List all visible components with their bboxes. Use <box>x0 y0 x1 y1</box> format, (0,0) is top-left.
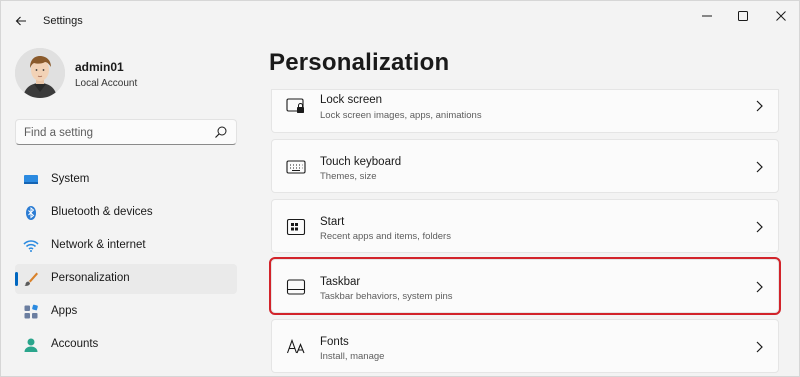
active-indicator <box>15 272 18 286</box>
brush-icon <box>24 272 38 286</box>
minimize-icon <box>702 15 712 17</box>
keyboard-icon <box>286 160 306 174</box>
back-button[interactable] <box>9 9 33 33</box>
card-subtitle: Themes, size <box>320 171 377 182</box>
close-icon <box>776 11 786 21</box>
sidebar-item-label: Personalization <box>51 272 130 284</box>
close-button[interactable] <box>763 1 799 31</box>
chevron-right-icon <box>756 221 763 233</box>
person-icon <box>24 338 38 352</box>
account-type: Local Account <box>75 78 138 89</box>
sidebar-item-label: Apps <box>51 305 78 317</box>
sidebar-item-personalization[interactable]: Personalization <box>15 264 237 294</box>
user-name: admin01 <box>75 60 124 74</box>
card-title: Start <box>320 216 345 228</box>
sidebar-item-label: System <box>51 173 90 185</box>
card-title: Fonts <box>320 336 349 348</box>
card-start[interactable]: Start Recent apps and items, folders <box>271 199 779 253</box>
sidebar-item-bluetooth[interactable]: Bluetooth & devices <box>15 198 237 228</box>
maximize-button[interactable] <box>725 1 761 31</box>
sidebar-item-accounts[interactable]: Accounts <box>15 330 237 360</box>
settings-window: Settings admin01 Local Account Find a se… <box>0 0 800 377</box>
chevron-right-icon <box>756 100 763 112</box>
sidebar-item-apps[interactable]: Apps <box>15 297 237 327</box>
search-box[interactable] <box>15 119 237 145</box>
sidebar-item-network[interactable]: Network & internet <box>15 231 237 261</box>
card-subtitle: Install, manage <box>320 351 385 362</box>
sidebar-item-system[interactable]: System <box>15 165 237 195</box>
card-fonts[interactable]: Fonts Install, manage <box>271 319 779 373</box>
card-touch-keyboard[interactable]: Touch keyboard Themes, size <box>271 139 779 193</box>
card-taskbar[interactable]: Taskbar Taskbar behaviors, system pins <box>269 257 781 315</box>
sidebar-item-label: Network & internet <box>51 239 146 251</box>
chevron-right-icon <box>756 281 763 293</box>
avatar-icon <box>15 48 65 98</box>
card-subtitle: Taskbar behaviors, system pins <box>320 291 453 302</box>
avatar <box>15 48 65 98</box>
lock-screen-icon <box>286 98 304 113</box>
chevron-right-icon <box>756 341 763 353</box>
page-title: Personalization <box>269 49 450 76</box>
sidebar-item-label: Bluetooth & devices <box>51 206 153 218</box>
apps-icon <box>24 304 38 319</box>
back-arrow-icon <box>15 16 26 26</box>
maximize-icon <box>738 11 748 21</box>
title-bar: Settings <box>1 1 800 37</box>
start-icon <box>286 218 306 236</box>
minimize-button[interactable] <box>689 1 725 31</box>
card-subtitle: Lock screen images, apps, animations <box>320 110 482 121</box>
wifi-icon <box>23 240 39 252</box>
fonts-icon <box>286 338 305 354</box>
card-title: Taskbar <box>320 276 361 288</box>
card-title: Touch keyboard <box>320 156 402 168</box>
card-lock-screen[interactable]: Lock screen Lock screen images, apps, an… <box>271 89 779 133</box>
sidebar-item-label: Accounts <box>51 338 99 350</box>
bluetooth-icon <box>26 206 36 220</box>
monitor-icon <box>24 175 38 184</box>
user-profile[interactable]: admin01 Local Account <box>15 48 235 100</box>
taskbar-icon <box>286 279 306 295</box>
chevron-right-icon <box>756 161 763 173</box>
search-input[interactable] <box>24 124 204 141</box>
card-title: Lock screen <box>320 94 383 106</box>
search-icon[interactable] <box>214 125 228 139</box>
window-title: Settings <box>43 15 83 27</box>
card-subtitle: Recent apps and items, folders <box>320 231 451 242</box>
